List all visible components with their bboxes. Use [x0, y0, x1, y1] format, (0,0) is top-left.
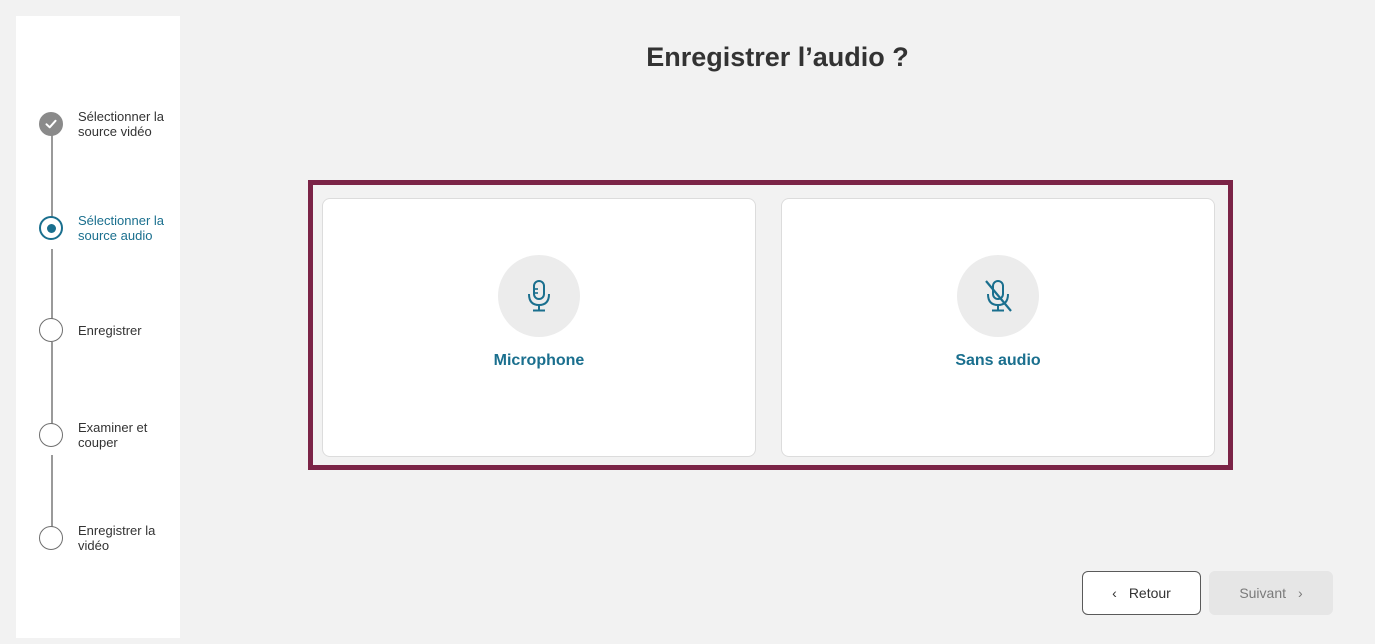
no-audio-option-label: Sans audio: [955, 352, 1041, 369]
step-save-video[interactable]: Enregistrer la vidéo: [39, 523, 188, 553]
step-select-video-source[interactable]: Sélectionner la source vidéo: [39, 109, 188, 139]
step-label: Sélectionner la source vidéo: [78, 109, 164, 139]
audio-options-highlight: Microphone Sans audio: [308, 180, 1233, 470]
microphone-option-card[interactable]: Microphone: [322, 198, 756, 457]
microphone-icon: [498, 255, 580, 337]
step-label: Examiner et couper: [78, 420, 148, 450]
back-button[interactable]: ‹ Retour: [1082, 571, 1201, 615]
step-review-trim[interactable]: Examiner et couper: [39, 420, 188, 450]
step-label: Sélectionner la source audio: [78, 213, 164, 243]
page-title: Enregistrer l’audio ?: [646, 42, 909, 72]
stepper-sidebar: Sélectionner la source vidéo Sélectionne…: [16, 16, 180, 638]
microphone-off-icon: [957, 255, 1039, 337]
step-label: Enregistrer: [78, 322, 142, 338]
next-button-label: Suivant: [1239, 585, 1287, 601]
chevron-right-icon: ›: [1298, 585, 1303, 601]
step-label: Enregistrer la vidéo: [78, 523, 156, 553]
pending-step-indicator: [39, 423, 63, 447]
microphone-option-label: Microphone: [493, 352, 585, 369]
page: Sélectionner la source vidéo Sélectionne…: [0, 0, 1375, 644]
no-audio-option-card[interactable]: Sans audio: [781, 198, 1215, 457]
step-record[interactable]: Enregistrer: [39, 318, 188, 342]
pending-step-indicator: [39, 526, 63, 550]
pending-step-indicator: [39, 318, 63, 342]
step-connector: [51, 249, 53, 329]
next-button[interactable]: Suivant ›: [1209, 571, 1333, 615]
chevron-left-icon: ‹: [1112, 585, 1117, 601]
check-icon: [39, 112, 63, 136]
back-button-label: Retour: [1128, 585, 1171, 601]
step-select-audio-source[interactable]: Sélectionner la source audio: [39, 213, 188, 243]
current-step-indicator: [39, 216, 63, 240]
